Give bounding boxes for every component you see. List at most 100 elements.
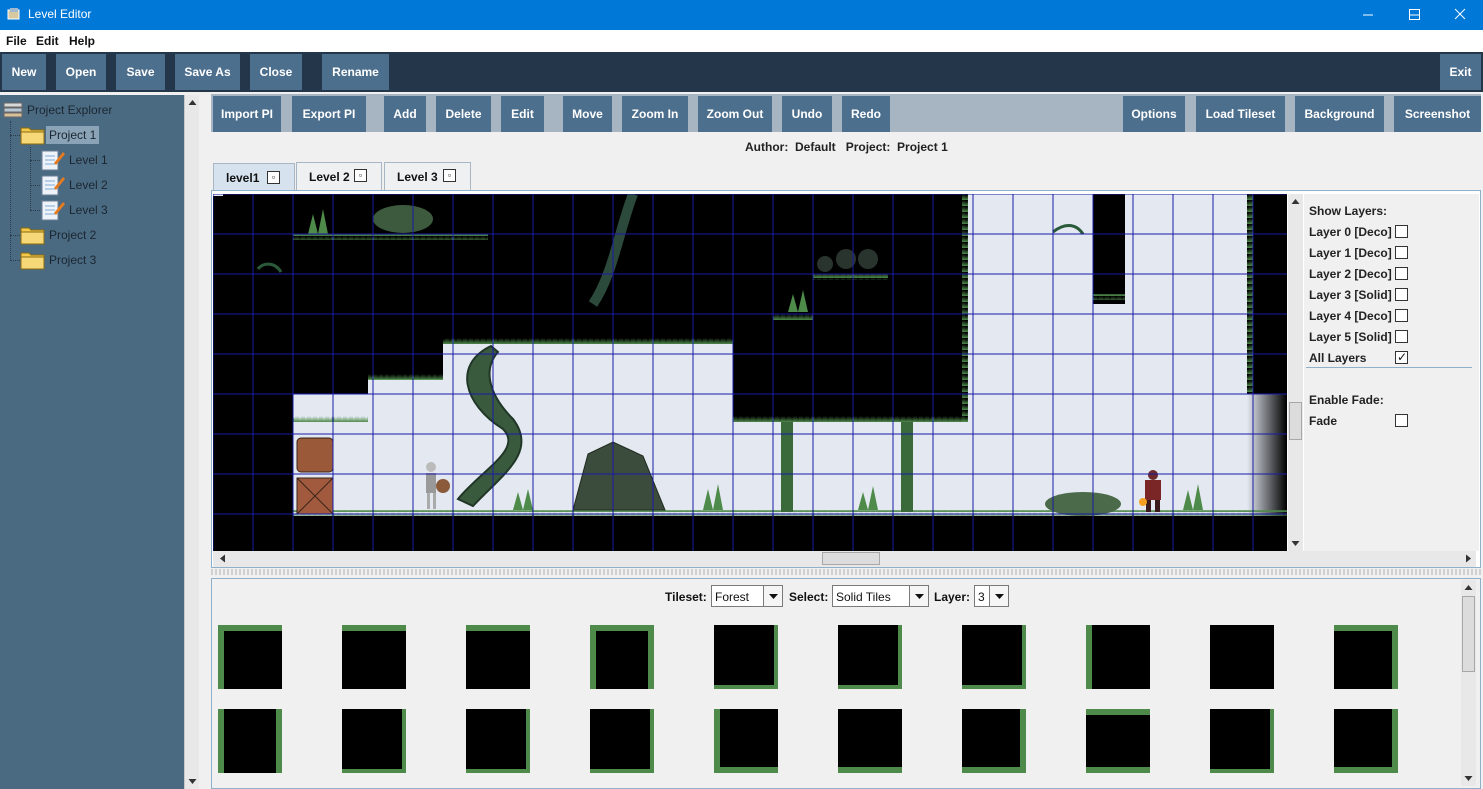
- background-button[interactable]: Background: [1295, 96, 1384, 132]
- open-button[interactable]: Open: [56, 54, 106, 90]
- exit-button[interactable]: Exit: [1440, 54, 1481, 90]
- tile-swatch[interactable]: [1086, 625, 1150, 689]
- close-icon[interactable]: [1437, 0, 1483, 30]
- palette-scrollbar[interactable]: [1461, 580, 1476, 786]
- author-value: Default: [795, 140, 836, 154]
- scroll-up-icon[interactable]: [185, 95, 200, 110]
- delete-button[interactable]: Delete: [436, 96, 491, 132]
- project-tree[interactable]: Project Explorer Project 1 Level 1 Level…: [0, 95, 184, 789]
- split-pane-divider[interactable]: [211, 569, 1481, 575]
- scroll-up-icon[interactable]: [1288, 194, 1303, 209]
- chevron-down-icon[interactable]: [989, 586, 1008, 606]
- tile-swatch[interactable]: [1334, 625, 1398, 689]
- scroll-down-icon[interactable]: [1461, 771, 1476, 786]
- zoom-in-button[interactable]: Zoom In: [622, 96, 688, 132]
- app-icon: [7, 8, 20, 20]
- options-button[interactable]: Options: [1123, 96, 1185, 132]
- tile-swatch[interactable]: [466, 625, 530, 689]
- canvas-horizontal-scrollbar[interactable]: [213, 551, 1476, 567]
- tile-swatch[interactable]: [962, 625, 1026, 689]
- add-button[interactable]: Add: [384, 96, 426, 132]
- layer-2-checkbox[interactable]: [1395, 267, 1408, 280]
- tree-item-level-1[interactable]: Level 1: [40, 148, 111, 172]
- project-explorer-root[interactable]: Project Explorer: [2, 98, 115, 122]
- level-map[interactable]: [213, 194, 1287, 551]
- layer-1-checkbox[interactable]: [1395, 246, 1408, 259]
- scroll-up-icon[interactable]: [1461, 580, 1476, 595]
- tile-swatch[interactable]: [1210, 709, 1274, 773]
- layer-2-label: Layer 2 [Deco]: [1309, 267, 1392, 281]
- rename-button[interactable]: Rename: [322, 54, 389, 90]
- tile-swatch[interactable]: [342, 625, 406, 689]
- tile-swatch[interactable]: [466, 709, 530, 773]
- maximize-icon[interactable]: [1391, 0, 1437, 30]
- scroll-thumb[interactable]: [1289, 402, 1302, 440]
- tree-item-level-3[interactable]: Level 3: [40, 198, 111, 222]
- layer-3-checkbox[interactable]: [1395, 288, 1408, 301]
- tile-swatch[interactable]: [714, 709, 778, 773]
- tileset-select[interactable]: Forest: [711, 585, 783, 607]
- save-as-button[interactable]: Save As: [175, 54, 240, 90]
- tile-swatch[interactable]: [714, 625, 778, 689]
- tree-item-project-2[interactable]: Project 2: [20, 223, 99, 247]
- new-button[interactable]: New: [2, 54, 46, 90]
- tile-swatch[interactable]: [838, 625, 902, 689]
- tile-swatch[interactable]: [342, 709, 406, 773]
- tile-swatch[interactable]: [218, 625, 282, 689]
- close-button[interactable]: Close: [250, 54, 302, 90]
- undo-button[interactable]: Undo: [782, 96, 832, 132]
- tab-level1[interactable]: level1 ▫: [213, 163, 295, 191]
- tree-item-project-1[interactable]: Project 1: [20, 123, 100, 147]
- redo-button[interactable]: Redo: [842, 96, 890, 132]
- tile-swatch[interactable]: [1334, 709, 1398, 773]
- minimize-icon[interactable]: [1345, 0, 1391, 30]
- tab-close-icon[interactable]: ▫: [354, 169, 367, 182]
- scroll-down-icon[interactable]: [185, 774, 200, 789]
- layer-0-checkbox[interactable]: [1395, 225, 1408, 238]
- tab-level-3[interactable]: Level 3 ▫: [384, 162, 471, 190]
- menu-help[interactable]: Help: [69, 34, 95, 48]
- tile-swatch[interactable]: [1086, 709, 1150, 773]
- scroll-down-icon[interactable]: [1288, 536, 1303, 551]
- tree-item-level-2[interactable]: Level 2: [40, 173, 111, 197]
- tile-swatch[interactable]: [590, 709, 654, 773]
- edit-button[interactable]: Edit: [501, 96, 544, 132]
- tile-swatch[interactable]: [962, 709, 1026, 773]
- import-pi-button[interactable]: Import PI: [213, 96, 281, 132]
- tile-swatch[interactable]: [1210, 625, 1274, 689]
- layer-5-checkbox[interactable]: [1395, 330, 1408, 343]
- fade-checkbox[interactable]: [1395, 414, 1408, 427]
- chevron-down-icon[interactable]: [909, 586, 928, 606]
- level-file-icon: [41, 200, 65, 221]
- all-layers-label: All Layers: [1309, 351, 1367, 365]
- move-button[interactable]: Move: [563, 96, 612, 132]
- canvas-vertical-scrollbar[interactable]: [1288, 194, 1303, 551]
- layer-value: 3: [978, 590, 985, 604]
- save-button[interactable]: Save: [116, 54, 165, 90]
- tile-type-select[interactable]: Solid Tiles: [832, 585, 929, 607]
- tree-scrollbar[interactable]: [184, 95, 199, 789]
- scroll-right-icon[interactable]: [1461, 551, 1476, 566]
- scroll-thumb[interactable]: [1462, 596, 1475, 672]
- level-canvas[interactable]: [213, 194, 1287, 551]
- tree-item-project-3[interactable]: Project 3: [20, 248, 99, 272]
- load-tileset-button[interactable]: Load Tileset: [1196, 96, 1285, 132]
- menu-edit[interactable]: Edit: [36, 34, 59, 48]
- screenshot-button[interactable]: Screenshot: [1394, 96, 1481, 132]
- export-pi-button[interactable]: Export PI: [292, 96, 366, 132]
- tile-swatch[interactable]: [838, 709, 902, 773]
- tab-close-icon[interactable]: ▫: [443, 169, 456, 182]
- tab-level-2[interactable]: Level 2 ▫: [296, 162, 382, 190]
- tile-swatch[interactable]: [590, 625, 654, 689]
- scroll-left-icon[interactable]: [215, 551, 230, 566]
- fade-label: Fade: [1309, 414, 1338, 428]
- layer-4-checkbox[interactable]: [1395, 309, 1408, 322]
- tab-close-icon[interactable]: ▫: [267, 171, 280, 184]
- tile-swatch[interactable]: [218, 709, 282, 773]
- scroll-thumb[interactable]: [822, 552, 880, 565]
- zoom-out-button[interactable]: Zoom Out: [698, 96, 772, 132]
- layer-select[interactable]: 3: [974, 585, 1009, 607]
- menu-file[interactable]: File: [6, 34, 27, 48]
- chevron-down-icon[interactable]: [763, 586, 782, 606]
- all-layers-checkbox[interactable]: ✓: [1395, 350, 1408, 364]
